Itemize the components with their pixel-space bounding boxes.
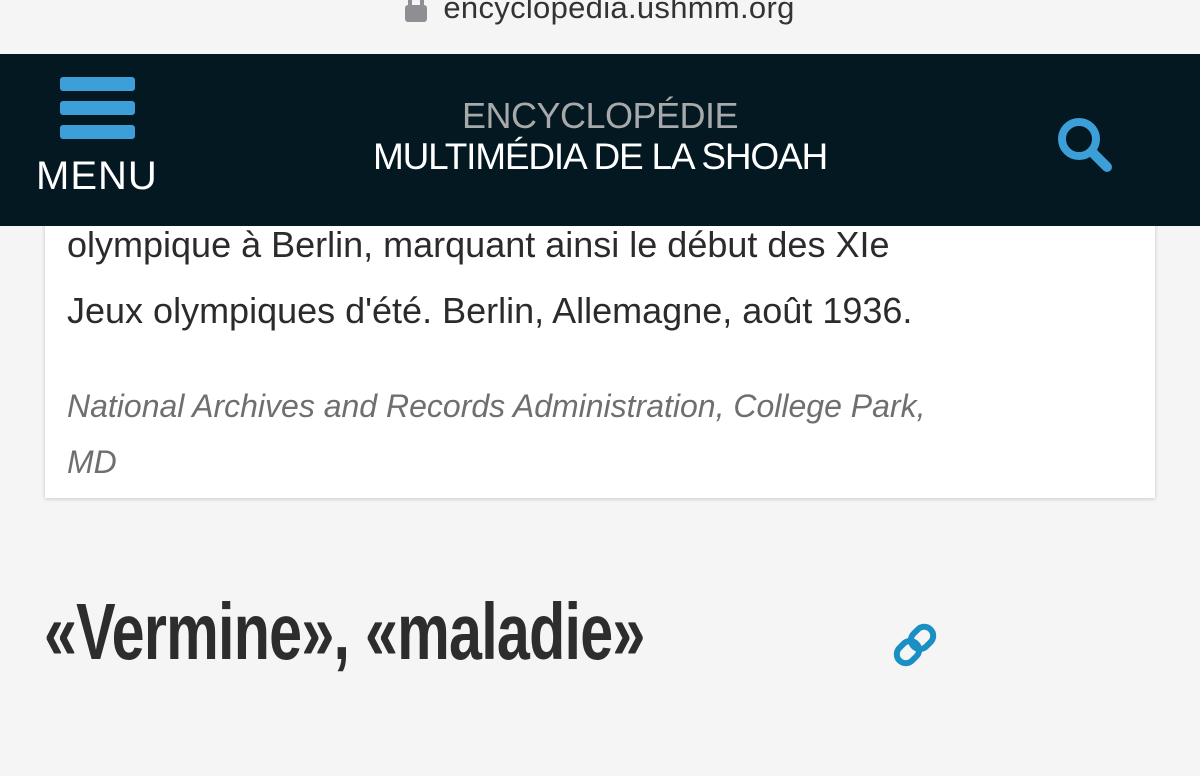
url-text[interactable]: encyclopedia.ushmm.org <box>443 0 794 26</box>
menu-label: MENU <box>36 154 158 198</box>
menu-button[interactable]: MENU <box>34 74 164 204</box>
section-heading: «Vermine», «maladie» <box>44 586 937 678</box>
lock-icon <box>405 0 428 23</box>
section-title: «Vermine», «maladie» <box>44 587 645 676</box>
caption-line: Jeux olympiques d'été. Berlin, Allemagne… <box>67 290 913 331</box>
browser-address-bar[interactable]: encyclopedia.ushmm.org <box>0 0 1200 54</box>
credit-line: National Archives and Records Administra… <box>67 388 926 424</box>
hamburger-icon <box>60 77 135 139</box>
logo-line-encyclopedie: ENCYCLOPÉDIE <box>461 95 739 136</box>
logo-line-multimedia: MULTIMÉDIA DE LA SHOAH <box>372 136 828 177</box>
caption-text: olympique à Berlin, marquant ainsi le dé… <box>67 212 1137 344</box>
link-icon[interactable] <box>892 622 938 668</box>
site-logo[interactable]: ENCYCLOPÉDIE MULTIMÉDIA DE LA SHOAH <box>300 96 900 178</box>
credit-line: MD <box>67 444 117 480</box>
image-caption-card: olympique à Berlin, marquant ainsi le dé… <box>45 180 1155 498</box>
search-icon[interactable] <box>1054 114 1116 176</box>
photo-credit: National Archives and Records Administra… <box>67 378 1137 490</box>
site-header: MENU ENCYCLOPÉDIE MULTIMÉDIA DE LA SHOAH <box>0 54 1200 226</box>
